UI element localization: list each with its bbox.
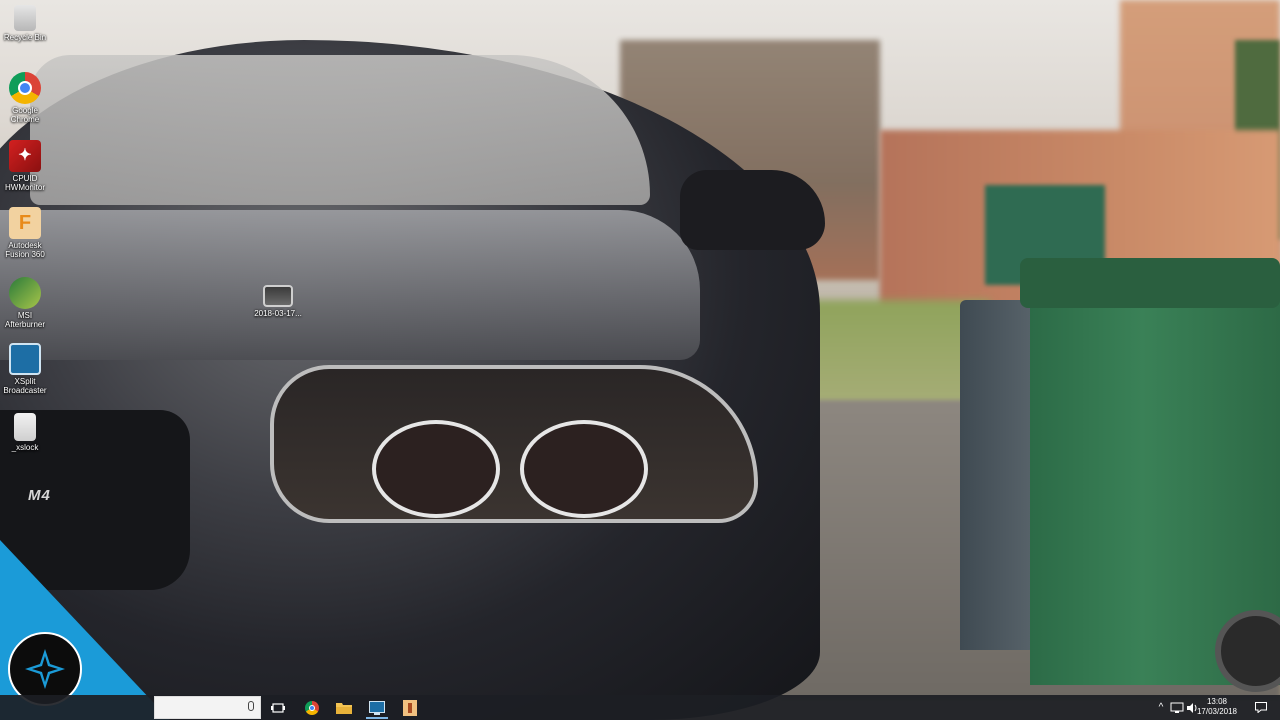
desktop-icon-xsplit[interactable]: XSplit Broadcaster — [0, 343, 50, 395]
wallpaper-headlight-ring — [520, 420, 648, 518]
video-file-icon — [263, 285, 293, 307]
file-icon — [14, 413, 36, 441]
desktop-icon-label: CPUID HWMonitor — [4, 174, 45, 192]
wallpaper-mirror — [680, 170, 825, 250]
desktop-icon-video-file[interactable]: 2018-03-17... — [253, 285, 303, 318]
desktop-icon-xslock[interactable]: _xslock — [0, 413, 50, 452]
desktop-icon-label: Autodesk Fusion 360 — [5, 241, 45, 259]
clock-time: 13:08 — [1206, 697, 1228, 706]
search-input[interactable] — [155, 697, 241, 718]
network-icon — [1170, 702, 1184, 713]
star-logo-icon — [25, 649, 65, 689]
afterburner-icon — [9, 277, 41, 309]
taskbar-chrome-button[interactable] — [297, 696, 327, 719]
desktop-wallpaper: M4 — [0, 0, 1280, 720]
xsplit-icon — [9, 343, 41, 375]
wallpaper-windshield — [30, 55, 650, 205]
app-icon — [403, 699, 417, 716]
desktop-icon-label: Recycle Bin — [3, 33, 47, 42]
hwmonitor-icon: ✦ — [9, 140, 41, 172]
taskbar-clock[interactable]: 13:08 17/03/2018 — [1196, 697, 1238, 717]
clock-date: 17/03/2018 — [1196, 707, 1238, 716]
desktop-icon-label: Google Chrome — [10, 106, 40, 124]
wallpaper-headlight — [270, 365, 758, 523]
chrome-icon — [305, 700, 319, 715]
tray-overflow-button[interactable]: ^ — [1154, 696, 1168, 719]
desktop-icon-label: MSI Afterburner — [4, 311, 46, 329]
wallpaper-m4-badge: M4 — [28, 487, 51, 504]
taskbar-file-explorer-button[interactable] — [329, 696, 359, 719]
fusion360-icon: F — [9, 207, 41, 239]
wallpaper-grey-bin — [960, 300, 1040, 650]
notification-icon — [1255, 702, 1267, 713]
task-view-icon — [271, 702, 285, 713]
taskbar-xsplit-button[interactable] — [362, 696, 392, 719]
desktop-icon-afterburner[interactable]: MSI Afterburner — [0, 277, 50, 329]
desktop-icon-hwmonitor[interactable]: ✦ CPUID HWMonitor — [0, 140, 50, 192]
microphone-icon[interactable] — [248, 701, 254, 711]
desktop-icon-label: XSplit Broadcaster — [3, 377, 47, 395]
taskbar-search[interactable] — [154, 696, 261, 719]
desktop-icon-label: _xslock — [11, 443, 39, 452]
wallpaper-bin-lid — [1020, 258, 1280, 308]
taskbar-app-button[interactable] — [395, 696, 425, 719]
chevron-up-icon: ^ — [1158, 702, 1164, 713]
desktop-icon-chrome[interactable]: Google Chrome — [0, 72, 50, 124]
desktop-icon-label: 2018-03-17... — [254, 309, 302, 318]
action-center-button[interactable] — [1248, 696, 1274, 719]
wallpaper-headlight-ring — [372, 420, 500, 518]
tray-network-button[interactable] — [1168, 696, 1186, 719]
desktop-icon-fusion360[interactable]: F Autodesk Fusion 360 — [0, 207, 50, 259]
chrome-icon — [9, 72, 41, 104]
wallpaper-hood — [0, 210, 700, 360]
recycle-bin-icon — [14, 5, 36, 31]
desktop-icon-recycle-bin[interactable]: Recycle Bin — [0, 5, 50, 42]
folder-icon — [336, 703, 352, 714]
xsplit-icon — [369, 700, 385, 715]
task-view-button[interactable] — [263, 696, 293, 719]
